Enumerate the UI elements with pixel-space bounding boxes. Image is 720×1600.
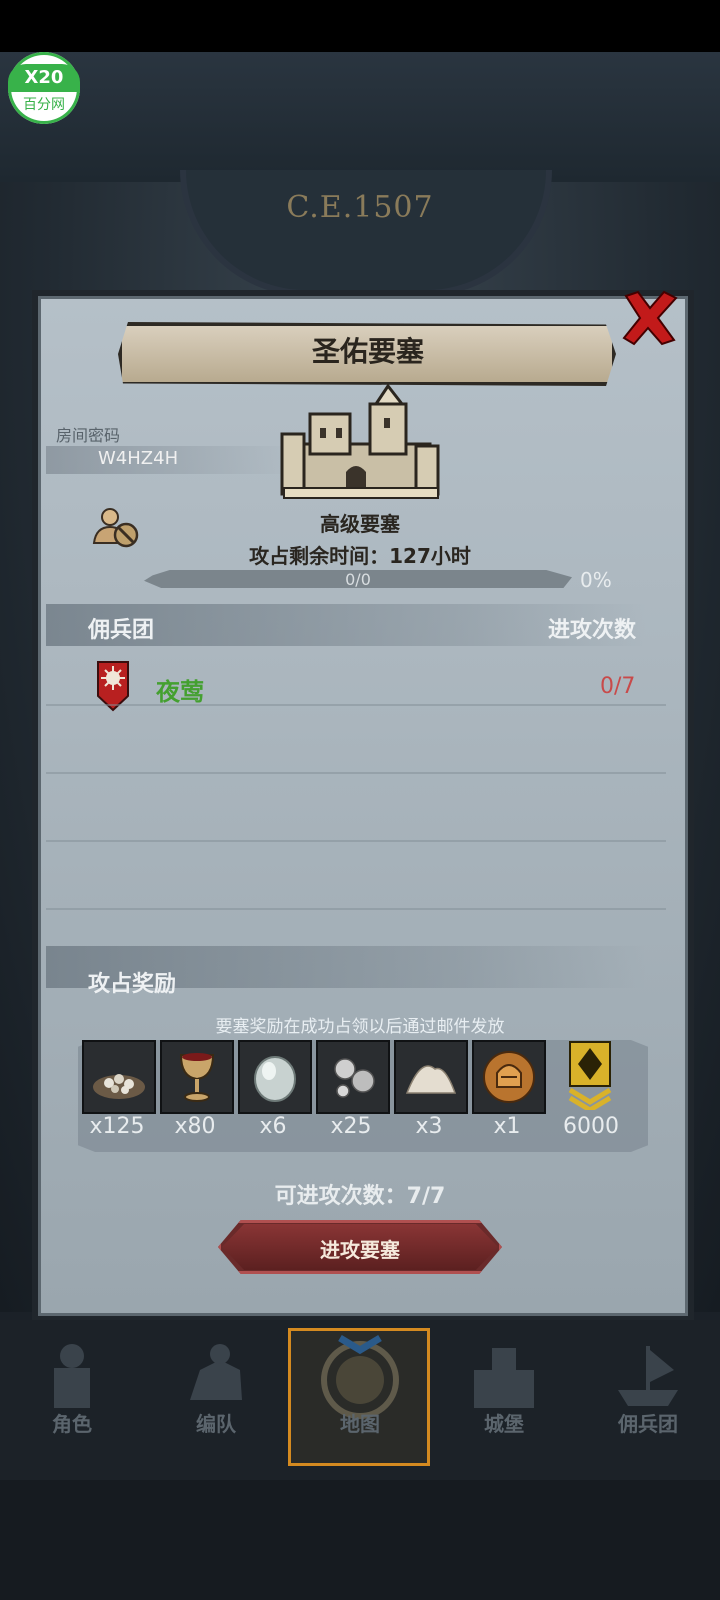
nav-item-mercenary[interactable]: 佣兵团 xyxy=(576,1320,720,1466)
ship-icon xyxy=(618,1346,678,1406)
reward-qty: x1 xyxy=(493,1114,521,1139)
nav-item-character[interactable]: 角色 xyxy=(0,1320,144,1466)
goblet-icon xyxy=(179,1053,215,1102)
time-remaining: 攻占剩余时间：127小时 xyxy=(0,540,720,569)
horse-knight-icon xyxy=(190,1344,242,1400)
nav-item-formation[interactable]: 编队 xyxy=(144,1320,288,1466)
logo-text-bottom: 百分网 xyxy=(23,97,65,113)
room-code-label: 房间密码 xyxy=(56,426,121,445)
room-code: W4HZ4H xyxy=(98,448,179,469)
reward-qty: x6 xyxy=(259,1114,287,1139)
reward-item[interactable] xyxy=(238,1040,312,1114)
rank-badge-icon xyxy=(568,1041,612,1113)
helmet-medal-icon xyxy=(483,1051,535,1103)
nav-label: 编队 xyxy=(196,1412,236,1436)
reward-item[interactable] xyxy=(82,1040,156,1114)
progress-count: 0/0 xyxy=(345,570,371,589)
reward-qty: x25 xyxy=(330,1114,372,1139)
knight-icon xyxy=(54,1344,90,1408)
mercenary-header: 佣兵团 xyxy=(88,618,155,643)
nav-label: 角色 xyxy=(52,1412,92,1436)
fortress-level: 高级要塞 xyxy=(320,512,400,536)
row-divider xyxy=(46,704,666,706)
time-value: 127 xyxy=(389,544,431,568)
attacks-header: 进攻次数 xyxy=(548,618,637,643)
reward-item[interactable] xyxy=(394,1040,468,1114)
logo-text-top: X20 xyxy=(8,64,80,92)
nav-label: 地图 xyxy=(340,1412,380,1436)
silver-ore-icon xyxy=(334,1058,375,1098)
header-background xyxy=(0,52,720,182)
mercenary-name[interactable]: 夜莺 xyxy=(156,672,204,707)
status-bar xyxy=(0,0,720,52)
fortress-icon xyxy=(280,384,440,499)
reward-qty: 6000 xyxy=(563,1114,619,1139)
reward-qty: x80 xyxy=(174,1114,216,1139)
row-divider xyxy=(46,908,666,910)
progress-percent: 0% xyxy=(580,568,612,592)
mercenary-attempts: 0/7 xyxy=(600,674,636,699)
reward-qty: x3 xyxy=(415,1114,443,1139)
reward-item[interactable] xyxy=(560,1040,620,1113)
reward-item[interactable] xyxy=(160,1040,234,1114)
nav-label: 城堡 xyxy=(484,1412,524,1436)
ore-pile-icon xyxy=(93,1074,145,1099)
bottom-background xyxy=(0,1480,720,1600)
reward-header: 攻占奖励 xyxy=(88,972,177,997)
reward-note: 要塞奖励在成功占领以后通过邮件发放 xyxy=(215,1017,505,1037)
nav-item-map[interactable]: 地图 xyxy=(288,1320,432,1466)
reward-item[interactable] xyxy=(316,1040,390,1114)
dialog-title: 圣佑要塞 xyxy=(311,335,424,368)
close-icon[interactable] xyxy=(620,288,680,348)
salt-pile-icon xyxy=(405,1065,457,1094)
time-unit: 小时 xyxy=(430,544,471,568)
gem-icon xyxy=(254,1056,296,1102)
nav-label: 佣兵团 xyxy=(618,1412,678,1436)
remaining-attempts: 可进攻次数：7/7 xyxy=(274,1184,446,1209)
nav-item-castle[interactable]: 城堡 xyxy=(432,1320,576,1466)
time-label: 攻占剩余时间： xyxy=(249,544,390,568)
row-divider xyxy=(46,772,666,774)
reward-qty: x125 xyxy=(89,1114,145,1139)
era-label: C.E.1507 xyxy=(286,190,434,225)
reward-item[interactable] xyxy=(472,1040,546,1114)
map-compass-icon xyxy=(321,1334,399,1419)
attack-fortress-label[interactable]: 进攻要塞 xyxy=(218,1234,502,1263)
row-divider xyxy=(46,840,666,842)
castle-icon xyxy=(474,1348,534,1408)
